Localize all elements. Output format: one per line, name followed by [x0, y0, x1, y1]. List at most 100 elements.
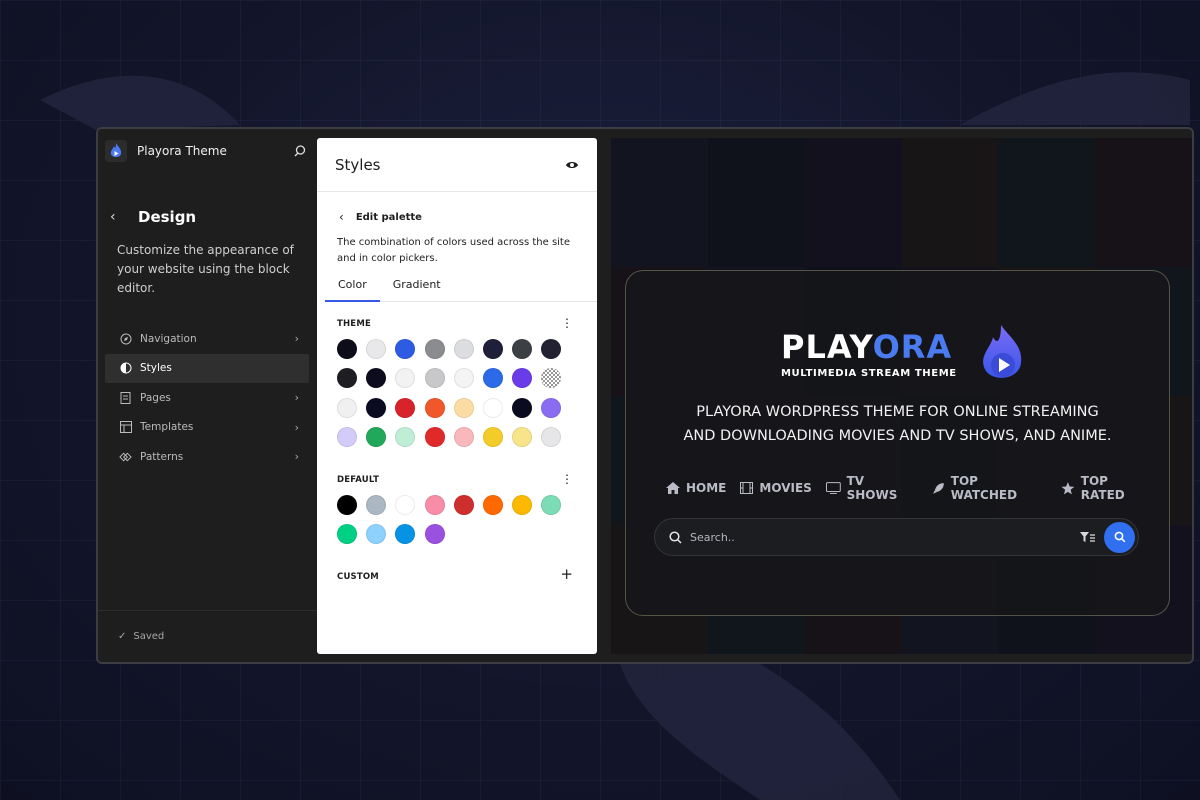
nav-home[interactable]: HOME [666, 481, 726, 495]
default-swatches [337, 495, 562, 545]
color-swatch[interactable] [366, 339, 387, 359]
color-swatch[interactable] [395, 524, 416, 545]
palette-description: The combination of colors used across th… [337, 237, 571, 264]
chevron-right-icon: › [294, 420, 299, 434]
save-status: ✓ Saved [98, 610, 317, 662]
page-title: Design [138, 208, 197, 226]
nav-tv-shows[interactable]: TV SHOWS [825, 474, 918, 502]
hero-card: PLAYORA MULTIMEDIA STREAM THEME PLAYORA … [625, 270, 1170, 616]
color-swatch[interactable] [366, 368, 387, 389]
color-swatch[interactable] [395, 339, 416, 359]
more-options-icon[interactable]: ⋮ [561, 317, 573, 329]
color-swatch[interactable] [366, 397, 387, 418]
sidebar-item-patterns[interactable]: Patterns › [105, 442, 309, 472]
color-swatch[interactable] [424, 495, 445, 515]
color-swatch[interactable] [337, 339, 357, 359]
hero-headline: PLAYORA WORDPRESS THEME FOR ONLINE STREA… [683, 404, 1112, 444]
nav-movies[interactable]: MOVIES [740, 481, 812, 495]
preview-search-bar[interactable]: Search.. [654, 518, 1139, 556]
color-swatch[interactable] [337, 524, 357, 545]
theme-swatches [337, 339, 562, 448]
logo-tagline: MULTIMEDIA STREAM THEME [781, 368, 957, 379]
status-text: Saved [133, 631, 165, 642]
star-icon [1061, 481, 1075, 494]
nav-top-watched[interactable]: TOP WATCHED [932, 474, 1047, 502]
sidebar-item-styles[interactable]: Styles [105, 353, 309, 383]
tab-color[interactable]: Color [325, 270, 380, 302]
search-icon[interactable] [293, 143, 309, 159]
color-swatch[interactable] [541, 427, 562, 448]
color-swatch[interactable] [541, 368, 562, 389]
color-swatch[interactable] [424, 397, 445, 418]
sidebar-item-navigation[interactable]: Navigation › [105, 324, 309, 354]
color-swatch[interactable] [337, 427, 357, 448]
color-swatch[interactable] [512, 495, 533, 515]
color-swatch[interactable] [541, 339, 562, 359]
editor-window: Playora Theme ‹ Design Customize the app… [96, 127, 1194, 664]
tab-gradient[interactable]: Gradient [380, 270, 454, 301]
sidebar-item-label: Templates [140, 421, 194, 434]
color-swatch[interactable] [395, 397, 416, 418]
color-swatch[interactable] [482, 368, 503, 389]
color-swatch[interactable] [453, 368, 474, 389]
color-swatch[interactable] [541, 397, 562, 418]
color-swatch[interactable] [482, 427, 503, 448]
subheading: Edit palette [355, 211, 422, 223]
search-button[interactable] [1104, 521, 1135, 553]
search-input[interactable]: Search.. [690, 531, 1080, 544]
more-options-icon[interactable]: ⋮ [561, 473, 573, 485]
color-swatch[interactable] [482, 495, 503, 515]
color-swatch[interactable] [424, 524, 445, 545]
color-swatch[interactable] [366, 495, 387, 515]
eye-icon[interactable] [565, 155, 579, 174]
color-swatch[interactable] [482, 397, 503, 418]
site-title[interactable]: Playora Theme [137, 144, 293, 158]
color-swatch[interactable] [366, 427, 387, 448]
color-swatch[interactable] [395, 427, 416, 448]
color-swatch[interactable] [512, 368, 533, 389]
chevron-right-icon: › [294, 391, 299, 405]
site-icon[interactable] [105, 140, 127, 162]
sidebar-item-label: Styles [140, 362, 172, 375]
logo-wordmark: PLAYORA [781, 328, 953, 366]
sidebar-description: Customize the appearance of your website… [117, 243, 294, 295]
sidebar-item-templates[interactable]: Templates › [105, 413, 309, 443]
add-color-icon[interactable]: + [560, 567, 573, 582]
color-swatch[interactable] [366, 524, 387, 545]
back-arrow-icon[interactable]: ‹ [110, 209, 116, 225]
color-swatch[interactable] [541, 495, 562, 515]
layout-icon [119, 421, 132, 434]
color-swatch[interactable] [337, 397, 357, 418]
nav-top-rated[interactable]: TOP RATED [1061, 474, 1155, 502]
styles-title: Styles [335, 155, 381, 174]
preview-nav: HOME MOVIES TV SHOWS TOP WATCHED TOP RAT… [666, 474, 1169, 502]
color-swatch[interactable] [512, 339, 533, 359]
color-swatch[interactable] [424, 339, 445, 359]
design-sidebar: Playora Theme ‹ Design Customize the app… [98, 129, 317, 662]
custom-label: CUSTOM [337, 572, 379, 582]
color-swatch[interactable] [453, 339, 474, 359]
color-swatch[interactable] [395, 495, 416, 515]
color-swatch[interactable] [337, 368, 357, 389]
home-icon [666, 482, 680, 494]
color-swatch[interactable] [453, 397, 474, 418]
sidebar-header: Playora Theme [105, 137, 309, 165]
color-swatch[interactable] [512, 427, 533, 448]
color-swatch[interactable] [482, 339, 503, 359]
color-swatch[interactable] [424, 427, 445, 448]
color-swatch[interactable] [512, 397, 533, 418]
color-swatch[interactable] [453, 427, 474, 448]
filter-icon[interactable] [1080, 531, 1095, 543]
chevron-right-icon: › [294, 450, 299, 464]
half-circle-icon [119, 362, 132, 375]
search-icon [669, 530, 682, 544]
color-swatch[interactable] [453, 495, 474, 515]
color-swatch[interactable] [424, 368, 445, 389]
back-arrow-icon[interactable]: ‹ [339, 210, 344, 224]
edit-palette-header: ‹ Edit palette [339, 210, 422, 224]
default-label: DEFAULT [337, 475, 380, 485]
color-swatch[interactable] [395, 368, 416, 389]
search-icon [1114, 531, 1125, 543]
color-swatch[interactable] [337, 495, 357, 515]
sidebar-item-pages[interactable]: Pages › [105, 383, 309, 413]
